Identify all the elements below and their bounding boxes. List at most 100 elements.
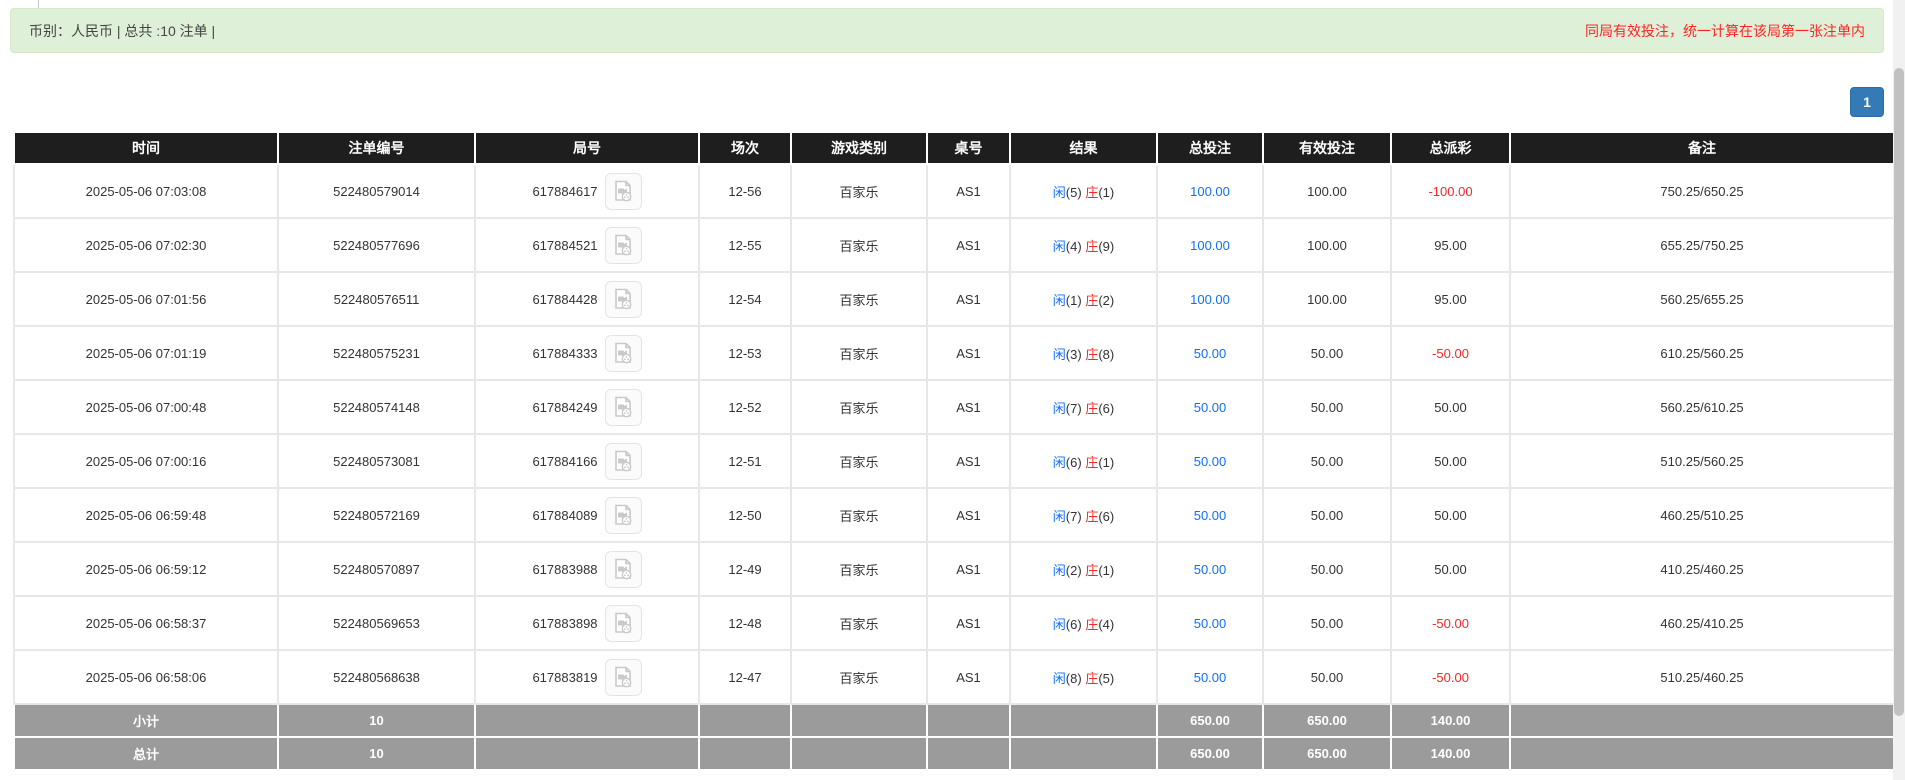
cell-game-type: 百家乐 <box>790 487 928 543</box>
result-player-value: (8) <box>1065 670 1082 686</box>
video-replay-button[interactable] <box>604 172 642 210</box>
video-replay-icon <box>615 504 632 526</box>
summary-empty-table-no <box>926 736 1011 771</box>
summary-empty-round <box>474 703 700 738</box>
scrollbar-thumb[interactable] <box>1894 68 1904 716</box>
result-banker-label: 庄 <box>1085 670 1099 686</box>
cell-bet-id: 522480576511 <box>277 271 476 327</box>
result-banker-label: 庄 <box>1085 184 1099 200</box>
video-replay-button[interactable] <box>604 226 642 264</box>
cell-session: 12-54 <box>698 271 792 327</box>
result-player-label: 闲 <box>1052 238 1066 254</box>
video-replay-button[interactable] <box>604 550 642 588</box>
summary-empty-game-type <box>790 736 928 771</box>
summary-payout: 140.00 <box>1390 703 1511 738</box>
cell-result: 闲(3) 庄(8) <box>1009 325 1158 381</box>
cell-table-no: AS1 <box>926 379 1011 435</box>
result-banker-label: 庄 <box>1085 562 1099 578</box>
summary-remark <box>1509 736 1895 771</box>
cell-game-type: 百家乐 <box>790 649 928 705</box>
round-number: 617883898 <box>532 615 598 631</box>
cell-payout: 95.00 <box>1390 217 1511 273</box>
summary-count: 10 <box>277 703 476 738</box>
bet-records-table-wrap: 时间 注单编号 局号 场次 游戏类别 桌号 结果 总投注 有效投注 总派彩 备注 2025-05-0… <box>13 131 1895 771</box>
cell-game-type: 百家乐 <box>790 217 928 273</box>
video-replay-icon <box>615 234 632 256</box>
table-row: 2025-05-06 07:01:19 522480575231 6178843… <box>13 325 1895 381</box>
cell-time: 2025-05-06 07:01:56 <box>13 271 279 327</box>
column-header-game-type: 游戏类别 <box>790 131 928 165</box>
cell-round: 617883988 <box>474 541 700 597</box>
total-bet-link[interactable]: 100.00 <box>1190 238 1230 253</box>
summary-empty-round <box>474 736 700 771</box>
column-header-session: 场次 <box>698 131 792 165</box>
summary-remark <box>1509 703 1895 738</box>
result-banker-value: (4) <box>1098 616 1115 632</box>
total-bet-link[interactable]: 50.00 <box>1194 400 1227 415</box>
cell-remark: 510.25/460.25 <box>1509 649 1895 705</box>
cell-remark: 560.25/610.25 <box>1509 379 1895 435</box>
cell-bet-id: 522480570897 <box>277 541 476 597</box>
cell-game-type: 百家乐 <box>790 325 928 381</box>
cell-bet-id: 522480568638 <box>277 649 476 705</box>
video-replay-button[interactable] <box>604 280 642 318</box>
cell-session: 12-55 <box>698 217 792 273</box>
cell-table-no: AS1 <box>926 325 1011 381</box>
cell-payout: 50.00 <box>1390 487 1511 543</box>
cell-session: 12-53 <box>698 325 792 381</box>
cell-remark: 610.25/560.25 <box>1509 325 1895 381</box>
total-bet-link[interactable]: 100.00 <box>1190 292 1230 307</box>
cell-valid-bet: 50.00 <box>1262 649 1392 705</box>
result-banker-label: 庄 <box>1085 616 1099 632</box>
cell-total-bet: 50.00 <box>1156 433 1264 489</box>
cell-time: 2025-05-06 07:00:48 <box>13 379 279 435</box>
video-replay-icon <box>615 612 632 634</box>
total-bet-link[interactable]: 100.00 <box>1190 184 1230 199</box>
result-player-label: 闲 <box>1052 292 1066 308</box>
cell-bet-id: 522480577696 <box>277 217 476 273</box>
video-replay-button[interactable] <box>604 334 642 372</box>
video-replay-button[interactable] <box>604 496 642 534</box>
result-banker-value: (1) <box>1098 184 1115 200</box>
result-banker-label: 庄 <box>1085 400 1099 416</box>
summary-empty-result <box>1009 736 1158 771</box>
video-replay-button[interactable] <box>604 442 642 480</box>
cell-game-type: 百家乐 <box>790 595 928 651</box>
result-player-value: (6) <box>1065 616 1082 632</box>
cell-round: 617884521 <box>474 217 700 273</box>
column-header-bet-id: 注单编号 <box>277 131 476 165</box>
video-replay-button[interactable] <box>604 388 642 426</box>
summary-valid-bet: 650.00 <box>1262 703 1392 738</box>
result-player-value: (6) <box>1065 454 1082 470</box>
cell-total-bet: 100.00 <box>1156 163 1264 219</box>
total-bet-link[interactable]: 50.00 <box>1194 508 1227 523</box>
cell-payout: -100.00 <box>1390 163 1511 219</box>
total-bet-link[interactable]: 50.00 <box>1194 616 1227 631</box>
cell-payout: 50.00 <box>1390 433 1511 489</box>
page-1-button[interactable]: 1 <box>1850 87 1884 117</box>
cell-round: 617884089 <box>474 487 700 543</box>
cell-table-no: AS1 <box>926 271 1011 327</box>
cell-round: 617884333 <box>474 325 700 381</box>
table-row: 2025-05-06 06:58:37 522480569653 6178838… <box>13 595 1895 651</box>
video-replay-button[interactable] <box>604 658 642 696</box>
total-bet-link[interactable]: 50.00 <box>1194 670 1227 685</box>
cell-remark: 750.25/650.25 <box>1509 163 1895 219</box>
result-banker-label: 庄 <box>1085 292 1099 308</box>
total-bet-link[interactable]: 50.00 <box>1194 454 1227 469</box>
cell-valid-bet: 50.00 <box>1262 433 1392 489</box>
result-banker-value: (2) <box>1098 292 1115 308</box>
vertical-scrollbar[interactable] <box>1893 0 1905 780</box>
result-banker-value: (9) <box>1098 238 1115 254</box>
table-row: 2025-05-06 07:03:08 522480579014 6178846… <box>13 163 1895 219</box>
cell-remark: 510.25/560.25 <box>1509 433 1895 489</box>
cell-round: 617884428 <box>474 271 700 327</box>
total-bet-link[interactable]: 50.00 <box>1194 346 1227 361</box>
total-bet-link[interactable]: 50.00 <box>1194 562 1227 577</box>
cell-valid-bet: 50.00 <box>1262 487 1392 543</box>
summary-empty-session <box>698 736 792 771</box>
video-replay-button[interactable] <box>604 604 642 642</box>
cell-time: 2025-05-06 06:58:06 <box>13 649 279 705</box>
summary-notice-bar: 币别：人民币 | 总共 :10 注单 | 同局有效投注，统一计算在该局第一张注单… <box>10 8 1884 53</box>
table-header-row: 时间 注单编号 局号 场次 游戏类别 桌号 结果 总投注 有效投注 总派彩 备注 <box>13 131 1895 165</box>
